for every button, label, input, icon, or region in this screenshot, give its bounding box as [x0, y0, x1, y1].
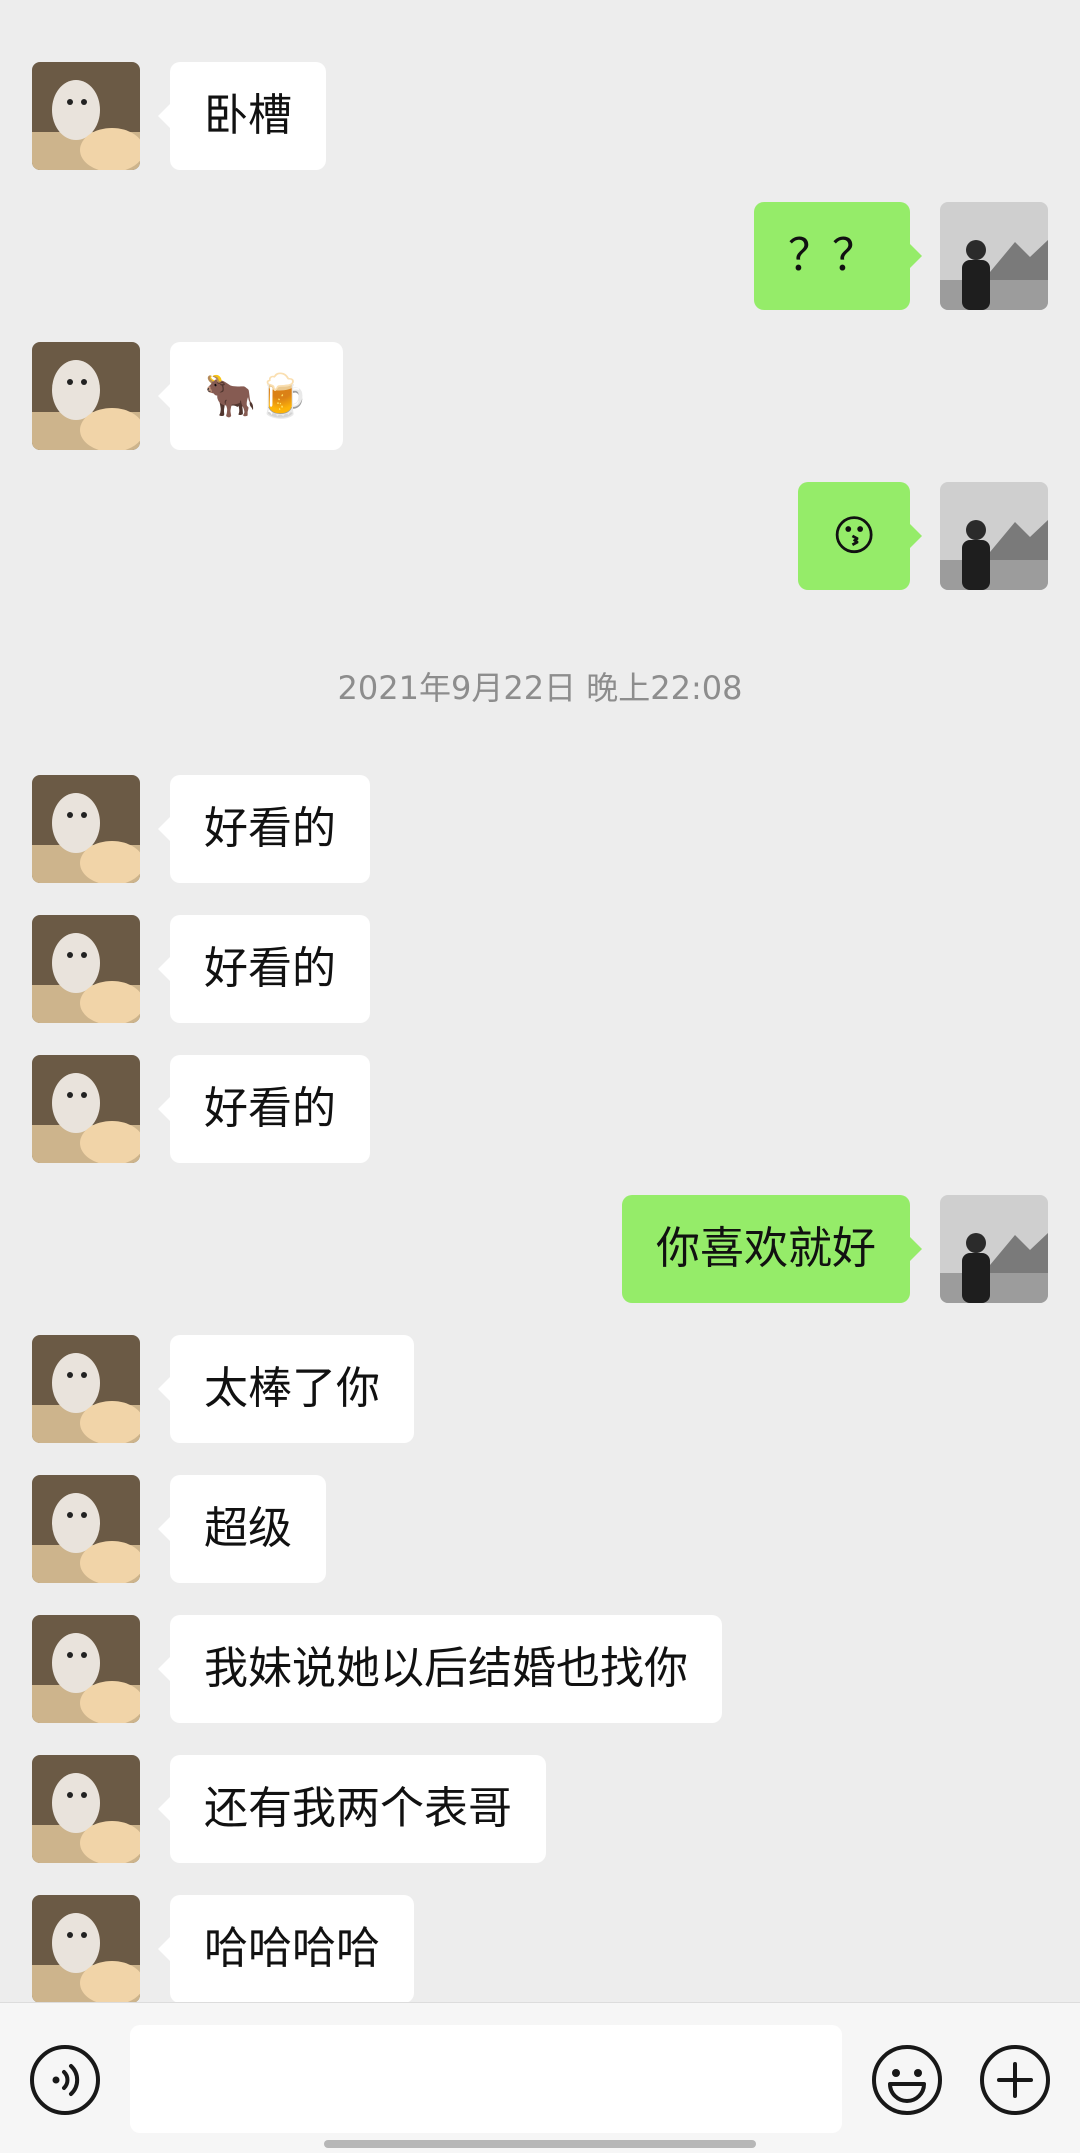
message-bubble[interactable]: 好看的 — [158, 1055, 370, 1163]
chat-area[interactable]: 卧槽 ？？ 🐂🍺 😗 2021年9月22日 晚上22:08 好看的 好看的 好看… — [0, 0, 1080, 2003]
input-bar — [0, 2002, 1080, 2153]
message-bubble[interactable]: 🐂🍺 — [158, 342, 343, 450]
message-bubble[interactable]: 超级 — [158, 1475, 326, 1583]
contact-avatar[interactable] — [32, 62, 140, 170]
message-bubble[interactable]: 还有我两个表哥 — [158, 1755, 546, 1863]
contact-avatar[interactable] — [32, 1615, 140, 1723]
message-row-outgoing: 你喜欢就好 — [0, 1195, 1080, 1303]
message-row-outgoing: 😗 — [0, 482, 1080, 590]
message-row-incoming: 🐂🍺 — [0, 342, 1080, 450]
contact-avatar[interactable] — [32, 342, 140, 450]
message-row-outgoing: ？？ — [0, 202, 1080, 310]
user-avatar[interactable] — [940, 202, 1048, 310]
message-bubble[interactable]: 哈哈哈哈 — [158, 1895, 414, 2003]
contact-avatar[interactable] — [32, 775, 140, 883]
contact-avatar[interactable] — [32, 1895, 140, 2003]
message-row-incoming: 还有我两个表哥 — [0, 1755, 1080, 1863]
message-bubble[interactable]: 好看的 — [158, 915, 370, 1023]
message-row-incoming: 好看的 — [0, 1055, 1080, 1163]
message-row-incoming: 超级 — [0, 1475, 1080, 1583]
message-bubble[interactable]: 我妹说她以后结婚也找你 — [158, 1615, 722, 1723]
message-bubble[interactable]: 你喜欢就好 — [622, 1195, 922, 1303]
home-indicator — [324, 2140, 756, 2148]
user-avatar[interactable] — [940, 1195, 1048, 1303]
message-row-incoming: 我妹说她以后结婚也找你 — [0, 1615, 1080, 1723]
contact-avatar[interactable] — [32, 1055, 140, 1163]
message-row-incoming: 哈哈哈哈 — [0, 1895, 1080, 2003]
timestamp: 2021年9月22日 晚上22:08 — [337, 669, 743, 707]
message-row-incoming: 卧槽 — [0, 62, 1080, 170]
contact-avatar[interactable] — [32, 915, 140, 1023]
contact-avatar[interactable] — [32, 1475, 140, 1583]
message-input[interactable] — [130, 2025, 842, 2133]
plus-icon[interactable] — [978, 2043, 1052, 2117]
voice-icon[interactable] — [28, 2043, 102, 2117]
user-avatar[interactable] — [940, 482, 1048, 590]
emoji-icon[interactable] — [870, 2043, 944, 2117]
message-bubble[interactable]: ？？ — [754, 202, 922, 310]
message-bubble[interactable]: 😗 — [798, 482, 922, 590]
message-row-incoming: 好看的 — [0, 775, 1080, 883]
message-row-incoming: 太棒了你 — [0, 1335, 1080, 1443]
message-bubble[interactable]: 卧槽 — [158, 62, 326, 170]
message-row-incoming: 好看的 — [0, 915, 1080, 1023]
contact-avatar[interactable] — [32, 1755, 140, 1863]
message-bubble[interactable]: 好看的 — [158, 775, 370, 883]
message-bubble[interactable]: 太棒了你 — [158, 1335, 414, 1443]
contact-avatar[interactable] — [32, 1335, 140, 1443]
